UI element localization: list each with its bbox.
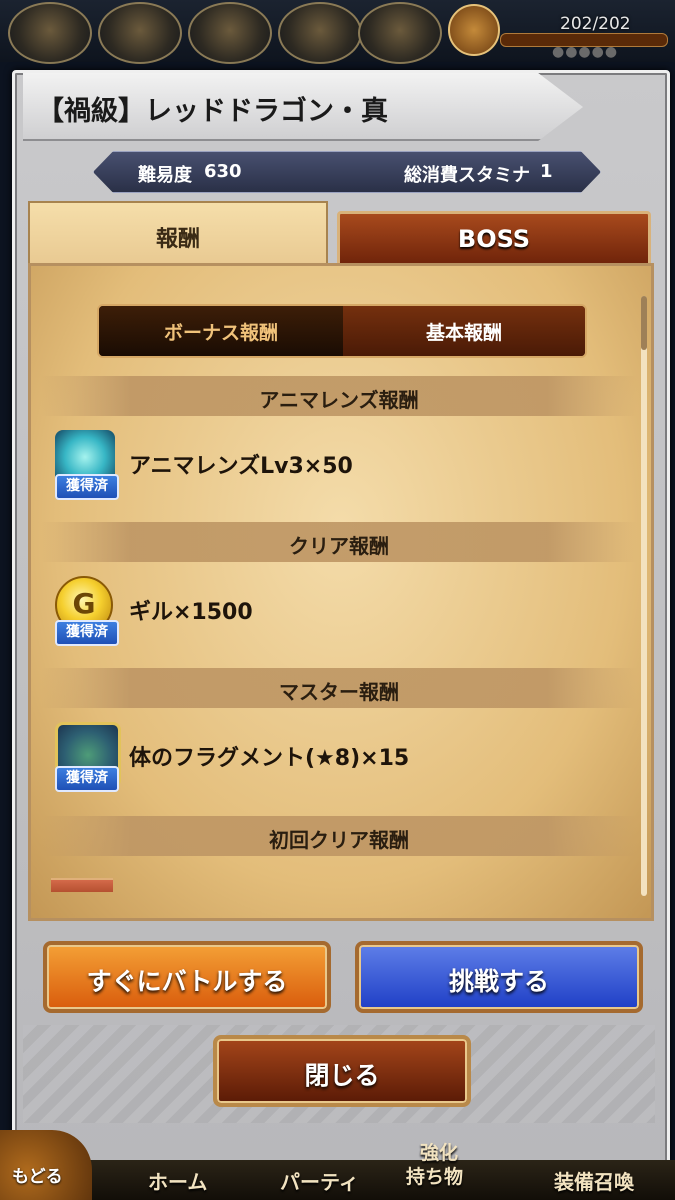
nav-enhance[interactable]: 強化 bbox=[420, 1142, 458, 1164]
reward-item: G 獲得済 ギル×1500 bbox=[55, 576, 635, 656]
section-header-label: アニマレンズ報酬 bbox=[259, 388, 419, 412]
nav-home[interactable]: ホーム bbox=[148, 1166, 207, 1195]
reward-segment-control: ボーナス報酬 基本報酬 bbox=[97, 304, 587, 358]
back-label: もどる bbox=[12, 1167, 63, 1187]
gil-coin-glyph: G bbox=[72, 587, 96, 620]
back-button[interactable]: もどる bbox=[0, 1130, 92, 1200]
section-header: アニマレンズ報酬 bbox=[41, 376, 637, 416]
reward-content-area[interactable]: ボーナス報酬 基本報酬 アニマレンズ報酬 獲得済 アニマレンズLv3×50 クリ… bbox=[28, 263, 654, 921]
section-header: 初回クリア報酬 bbox=[41, 816, 637, 856]
tab-reward-label: 報酬 bbox=[155, 227, 200, 252]
reward-item-label: 体のフラグメント(★8)×15 bbox=[129, 746, 410, 771]
party-member-portrait bbox=[278, 2, 362, 64]
close-button[interactable]: 閉じる bbox=[213, 1035, 471, 1107]
obtained-badge: 獲得済 bbox=[55, 620, 119, 646]
quick-battle-label: すぐにバトルする bbox=[86, 967, 288, 996]
section-header-label: クリア報酬 bbox=[289, 534, 389, 558]
reward-item-label: ギル×1500 bbox=[129, 600, 253, 625]
scrollbar[interactable] bbox=[641, 296, 647, 896]
difficulty-label: 難易度 bbox=[138, 165, 192, 186]
segment-basic-label: 基本報酬 bbox=[425, 322, 502, 344]
quest-title: 【禍級】レッドドラゴン・真 bbox=[37, 96, 388, 127]
scroll-thumb[interactable] bbox=[641, 296, 647, 350]
top-status-bar: 202/202 ●●●●● bbox=[0, 0, 675, 64]
challenge-label: 挑戦する bbox=[448, 967, 549, 996]
nav-equip-summon[interactable]: 装備召喚 bbox=[554, 1166, 634, 1195]
party-member-portrait bbox=[188, 2, 272, 64]
quest-dialog: 【禍級】レッドドラゴン・真 難易度 630 総消費スタミナ 1 報酬 BOSS … bbox=[12, 70, 670, 1166]
stamina-cost-value: 1 bbox=[540, 161, 553, 182]
stamina-value: 202/202 bbox=[560, 14, 631, 34]
difficulty-value: 630 bbox=[204, 161, 242, 182]
party-member-portrait bbox=[8, 2, 92, 64]
dialog-title-bar: 【禍級】レッドドラゴン・真 bbox=[23, 73, 583, 141]
segment-bonus-label: ボーナス報酬 bbox=[163, 322, 278, 344]
tab-reward[interactable]: 報酬 bbox=[28, 201, 328, 269]
stamina-dots: ●●●●● bbox=[552, 44, 619, 60]
reward-item-icon-partial bbox=[51, 878, 113, 892]
stamina-cost-label: 総消費スタミナ bbox=[404, 165, 530, 186]
tab-boss[interactable]: BOSS bbox=[337, 211, 651, 269]
segment-bonus-reward[interactable]: ボーナス報酬 bbox=[99, 306, 343, 356]
section-header-label: マスター報酬 bbox=[279, 680, 399, 704]
nav-items[interactable]: 持ち物 bbox=[406, 1166, 463, 1188]
close-label: 閉じる bbox=[304, 1061, 380, 1090]
party-member-portrait bbox=[98, 2, 182, 64]
obtained-badge: 獲得済 bbox=[55, 474, 119, 500]
quick-battle-button[interactable]: すぐにバトルする bbox=[43, 941, 331, 1013]
nav-party[interactable]: パーティ bbox=[280, 1166, 359, 1195]
reward-item: 獲得済 アニマレンズLv3×50 bbox=[55, 430, 635, 510]
reward-item: 獲得済 体のフラグメント(★8)×15 bbox=[55, 722, 635, 802]
player-avatar-icon bbox=[448, 4, 500, 56]
segment-basic-reward[interactable]: 基本報酬 bbox=[343, 306, 585, 356]
party-member-portrait bbox=[358, 2, 442, 64]
challenge-button[interactable]: 挑戦する bbox=[355, 941, 643, 1013]
reward-item-label: アニマレンズLv3×50 bbox=[129, 454, 353, 479]
obtained-badge: 獲得済 bbox=[55, 766, 119, 792]
section-header: クリア報酬 bbox=[41, 522, 637, 562]
tab-boss-label: BOSS bbox=[457, 225, 531, 253]
section-header: マスター報酬 bbox=[41, 668, 637, 708]
quest-info-bar: 難易度 630 総消費スタミナ 1 bbox=[93, 151, 601, 193]
section-header-label: 初回クリア報酬 bbox=[269, 828, 409, 852]
